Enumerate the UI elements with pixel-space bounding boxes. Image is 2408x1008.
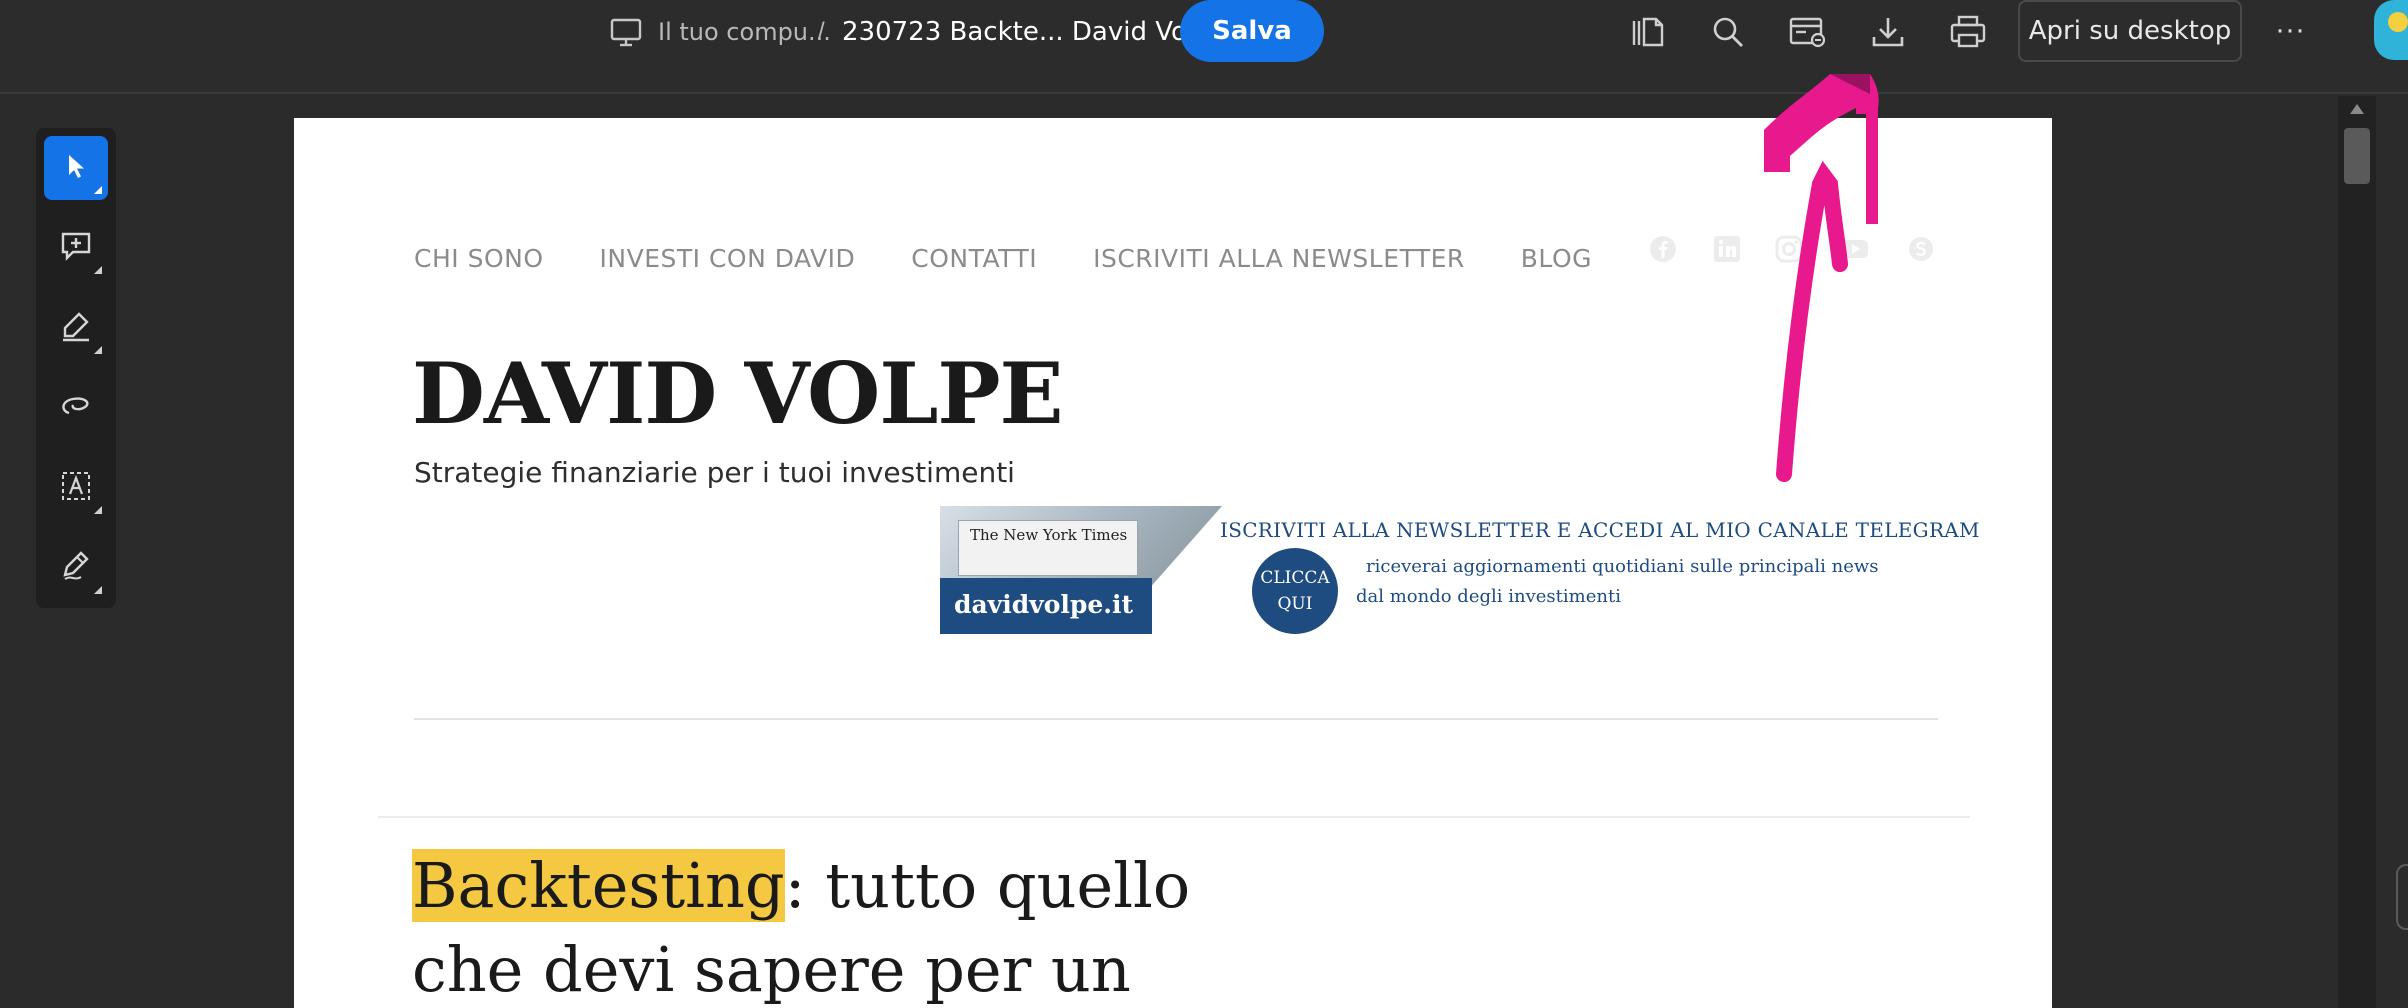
nav-item-investi[interactable]: INVESTI CON DAVID	[600, 244, 856, 273]
pen-sign-icon	[59, 549, 93, 588]
instagram-icon[interactable]	[1774, 234, 1804, 264]
share-link-icon[interactable]	[1786, 10, 1830, 54]
nav-item-contatti[interactable]: CONTATTI	[911, 244, 1037, 273]
print-icon[interactable]	[1946, 10, 1990, 54]
banner-domain: davidvolpe.it	[954, 590, 1134, 619]
scroll-up-arrow-icon[interactable]	[2350, 104, 2364, 114]
avatar[interactable]	[2374, 0, 2408, 60]
comment-add-icon	[59, 229, 93, 268]
draw-tool[interactable]	[44, 376, 108, 440]
tools-panel	[36, 128, 116, 608]
download-icon[interactable]	[1866, 10, 1910, 54]
computer-icon[interactable]	[608, 14, 644, 50]
facebook-icon[interactable]	[1648, 234, 1678, 264]
highlighter-icon	[59, 309, 93, 348]
save-button[interactable]: Salva	[1180, 0, 1324, 62]
banner-heading: ISCRIVITI ALLA NEWSLETTER E ACCEDI AL MI…	[1220, 518, 1980, 542]
highlighted-text[interactable]: Backtesting	[412, 849, 785, 922]
pdf-page: CHI SONO INVESTI CON DAVID CONTATTI ISCR…	[294, 118, 2052, 1008]
divider	[414, 718, 1938, 720]
site-title: DAVID VOLPE	[412, 344, 1064, 443]
highlight-tool[interactable]	[44, 296, 108, 360]
side-panel-toggle[interactable]	[2396, 864, 2408, 930]
nav-item-chi-sono[interactable]: CHI SONO	[414, 244, 544, 273]
open-desktop-button[interactable]: Apri su desktop	[2018, 0, 2242, 62]
document-filename[interactable]: 230723 Backte... David Volpe	[842, 14, 1227, 50]
breadcrumb-location[interactable]: Il tuo compu...	[658, 14, 831, 50]
select-tool[interactable]	[44, 136, 108, 200]
text-box-tool[interactable]	[44, 456, 108, 520]
search-icon[interactable]	[1706, 10, 1750, 54]
text-box-icon	[59, 469, 93, 508]
divider	[378, 816, 1970, 818]
newspaper-title: The New York Times	[970, 526, 1128, 544]
cursor-icon	[61, 151, 91, 186]
banner-cta[interactable]: CLICCA QUI	[1252, 548, 1338, 634]
banner-cta-line1: CLICCA	[1260, 568, 1330, 588]
add-comment-tool[interactable]	[44, 216, 108, 280]
skype-icon[interactable]	[1906, 234, 1936, 264]
banner-subtext-2: dal mondo degli investimenti	[1356, 586, 1621, 607]
more-options-icon[interactable]: ···	[2268, 10, 2312, 54]
youtube-icon[interactable]	[1840, 234, 1870, 264]
site-tagline: Strategie finanziarie per i tuoi investi…	[414, 456, 1015, 489]
nav-item-newsletter[interactable]: ISCRIVITI ALLA NEWSLETTER	[1093, 244, 1465, 273]
banner-subtext-1: riceverai aggiornamenti quotidiani sulle…	[1366, 556, 1879, 577]
nav-item-blog[interactable]: BLOG	[1521, 244, 1592, 273]
breadcrumb-separator: /	[818, 18, 825, 45]
page-thumbnails-icon[interactable]	[1626, 10, 1670, 54]
top-bar: Il tuo compu... / 230723 Backte... David…	[0, 0, 2408, 94]
banner-cta-line2: QUI	[1277, 594, 1313, 614]
article-title-line2: che devi sapere per un	[412, 933, 1131, 1006]
sign-tool[interactable]	[44, 536, 108, 600]
site-nav: CHI SONO INVESTI CON DAVID CONTATTI ISCR…	[414, 244, 1592, 273]
scroll-thumb[interactable]	[2344, 128, 2370, 184]
linkedin-icon[interactable]	[1712, 234, 1742, 264]
lasso-icon	[59, 389, 93, 428]
newsletter-banner[interactable]: The New York Times davidvolpe.it ISCRIVI…	[940, 506, 1980, 634]
article-title: Backtesting: tutto quello che devi saper…	[412, 844, 1232, 1008]
article-title-rest: : tutto quello	[784, 849, 1191, 922]
vertical-scrollbar[interactable]	[2338, 96, 2376, 1008]
